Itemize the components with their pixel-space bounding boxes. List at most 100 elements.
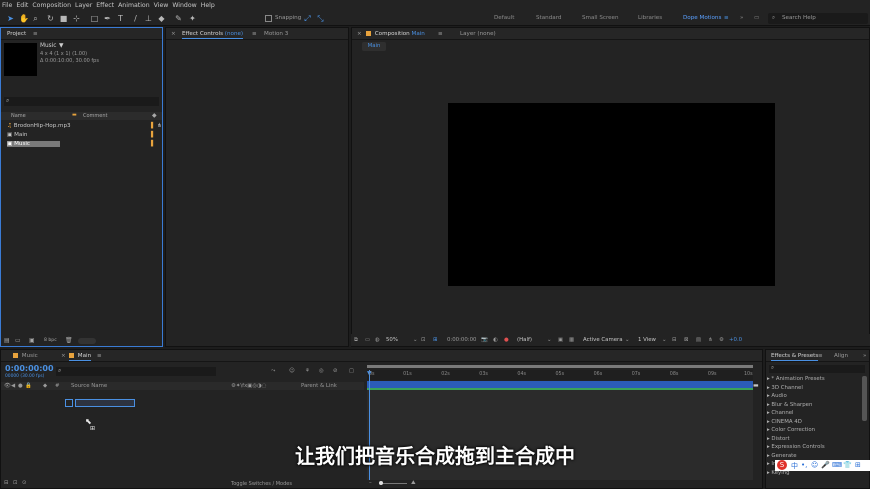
selection-tool-icon[interactable]: ➤ [6,14,15,23]
show-snapshot-icon[interactable]: ◐ [493,337,498,343]
tab-motion-3[interactable]: Motion 3 [264,31,288,37]
tab-effects-presets[interactable]: Effects & Presets [771,353,819,361]
list-item[interactable]: ▸ 3D Channel [767,385,803,391]
bpc-label[interactable]: 8 bpc [44,338,57,343]
solo-switch-icon[interactable]: ● [18,383,23,389]
brush-tool-icon[interactable]: / [131,14,140,23]
rectangle-tool-icon[interactable]: □ [90,14,99,23]
menu-layer[interactable]: Layer [75,2,92,9]
composition-menu-icon[interactable]: ≡ [438,31,443,37]
interpret-footage-icon[interactable]: ▤ [4,337,10,344]
workspace-overflow-icon[interactable]: » [740,15,743,21]
snapping-checkbox[interactable] [265,15,272,22]
zoom-out-icon[interactable]: – [369,480,372,486]
monitor-icon[interactable]: ▭ [365,337,370,343]
expand-time-icon[interactable]: ⊙ [22,480,27,486]
menu-animation[interactable]: Animation [118,2,150,9]
menu-help[interactable]: Help [201,2,215,9]
zoom-in-icon[interactable]: ⛰ [411,480,416,487]
list-item[interactable]: ♫ BrodonHip-Hop.mp3 ▌ ⋔ [7,122,162,130]
workspace-libraries[interactable]: Libraries [638,15,662,21]
snap-grid-icon[interactable]: ⤡ [316,14,325,23]
new-composition-icon[interactable]: ▣ [29,337,35,344]
list-item[interactable]: ▸ Audio [767,393,787,399]
column-name[interactable]: Name [11,113,26,119]
timeline-menu-icon[interactable]: ≡ [97,353,102,359]
frame-blending-icon[interactable]: ⚘ [305,368,310,374]
menu-effect[interactable]: Effect [96,2,114,9]
current-time-display[interactable]: 0:00:00:00 [447,337,476,343]
switches-icons[interactable]: ⚙✦\fx▣◎◑◌ [231,383,266,389]
project-item-dropdown-icon[interactable]: ▼ [59,43,63,49]
audio-switch-icon[interactable]: ◀ [11,383,15,389]
fast-preview-icon[interactable]: ⊠ [684,337,689,343]
column-comment[interactable]: Comment [83,113,108,119]
reset-exposure-icon[interactable]: ⚙ [719,337,724,343]
color-channels-icon[interactable]: ● [504,337,509,343]
tab-close-icon[interactable]: × [61,353,66,359]
chevron-down-icon[interactable]: ⌄ [662,337,667,343]
tab-close-icon[interactable]: × [171,31,176,37]
tab-composition[interactable]: Composition Main [366,31,425,37]
panel-overflow-icon[interactable]: » [863,353,866,359]
eraser-tool-icon[interactable]: ◆ [157,14,166,23]
list-item[interactable]: ▸ * Animation Presets [767,376,825,382]
graph-editor-icon[interactable]: ⊘ [333,368,338,374]
list-item[interactable]: ▸ Channel [767,410,794,416]
type-tool-icon[interactable]: T [116,14,125,23]
tab-close-icon[interactable]: × [357,31,362,37]
list-item[interactable]: ▸ CINEMA 4D [767,419,802,425]
tab-music[interactable]: Music [13,353,38,359]
project-search-input[interactable]: ⌕ [4,97,159,106]
tab-project[interactable]: Project [7,31,26,37]
lock-switch-icon[interactable]: 🔒 [25,383,32,389]
toggle-pixel-icon[interactable]: ⊟ [672,337,677,343]
puppet-tool-icon[interactable]: ✦ [188,14,197,23]
shy-layers-icon[interactable]: ☺ [289,368,295,374]
tab-effect-controls[interactable]: Effect Controls (none) [182,31,244,39]
effects-menu-icon[interactable]: ≡ [818,353,823,359]
menu-composition[interactable]: Composition [32,2,71,9]
pen-tool-icon[interactable]: ✒ [103,14,112,23]
expand-layer-switches-icon[interactable]: ⊟ [4,480,9,486]
sync-settings-icon[interactable]: ▭ [754,15,759,21]
chevron-down-icon[interactable]: ⌄ [625,337,630,343]
zoom-slider-handle[interactable] [379,481,383,485]
menu-view[interactable]: View [154,2,169,9]
chevron-down-icon[interactable]: ⌄ [547,337,552,343]
menu-file[interactable]: File [2,2,12,9]
menu-window[interactable]: Window [172,2,196,9]
playhead[interactable] [369,370,370,488]
list-item[interactable]: ▣ Main ▌ [7,131,162,139]
new-folder-icon[interactable]: ▭ [15,337,21,344]
work-area-bar[interactable] [367,364,753,369]
tab-align[interactable]: Align [834,353,848,359]
workspace-menu-icon[interactable]: ≡ [724,15,729,21]
workspace-default[interactable]: Default [494,15,514,21]
timeline-range-bar[interactable] [367,381,753,388]
effects-scrollbar[interactable] [862,376,867,421]
workspace-standard[interactable]: Standard [536,15,561,21]
trash-icon[interactable]: 🗑 [65,337,73,344]
zoom-tool-icon[interactable]: ⌕ [31,14,40,23]
draft-3d-icon[interactable]: ⤳ [271,368,275,375]
camera-tool-icon[interactable]: ■ [59,14,68,23]
chevron-down-icon[interactable]: ⌄ [413,337,418,343]
timeline-tracks[interactable] [367,390,753,488]
tag-icon[interactable]: ◆ [152,112,157,119]
comp-marker-icon[interactable]: ▢ [349,368,354,374]
composition-subtab-main[interactable]: Main [362,42,386,51]
resolution-value[interactable]: (Half) [517,337,532,343]
label-icon[interactable]: ◆ [43,383,47,389]
list-item[interactable]: ▸ Color Correction [767,427,815,433]
label-column-icon[interactable]: ▬ [72,112,77,118]
comp-flowchart-icon[interactable]: ⋔ [708,337,713,343]
project-menu-icon[interactable]: ≡ [33,31,38,37]
search-help-input[interactable]: ⌕ Search Help [768,13,868,24]
list-item-selected[interactable]: ▣ Music ▌ [7,140,162,148]
comp-button-icon[interactable]: ▬ [753,382,759,389]
fit-icon[interactable]: ⊡ [421,337,426,343]
mask-visibility-icon[interactable]: ◍ [375,337,380,343]
expand-modes-icon[interactable]: ⊡ [13,480,18,486]
zoom-slider[interactable] [379,483,407,484]
